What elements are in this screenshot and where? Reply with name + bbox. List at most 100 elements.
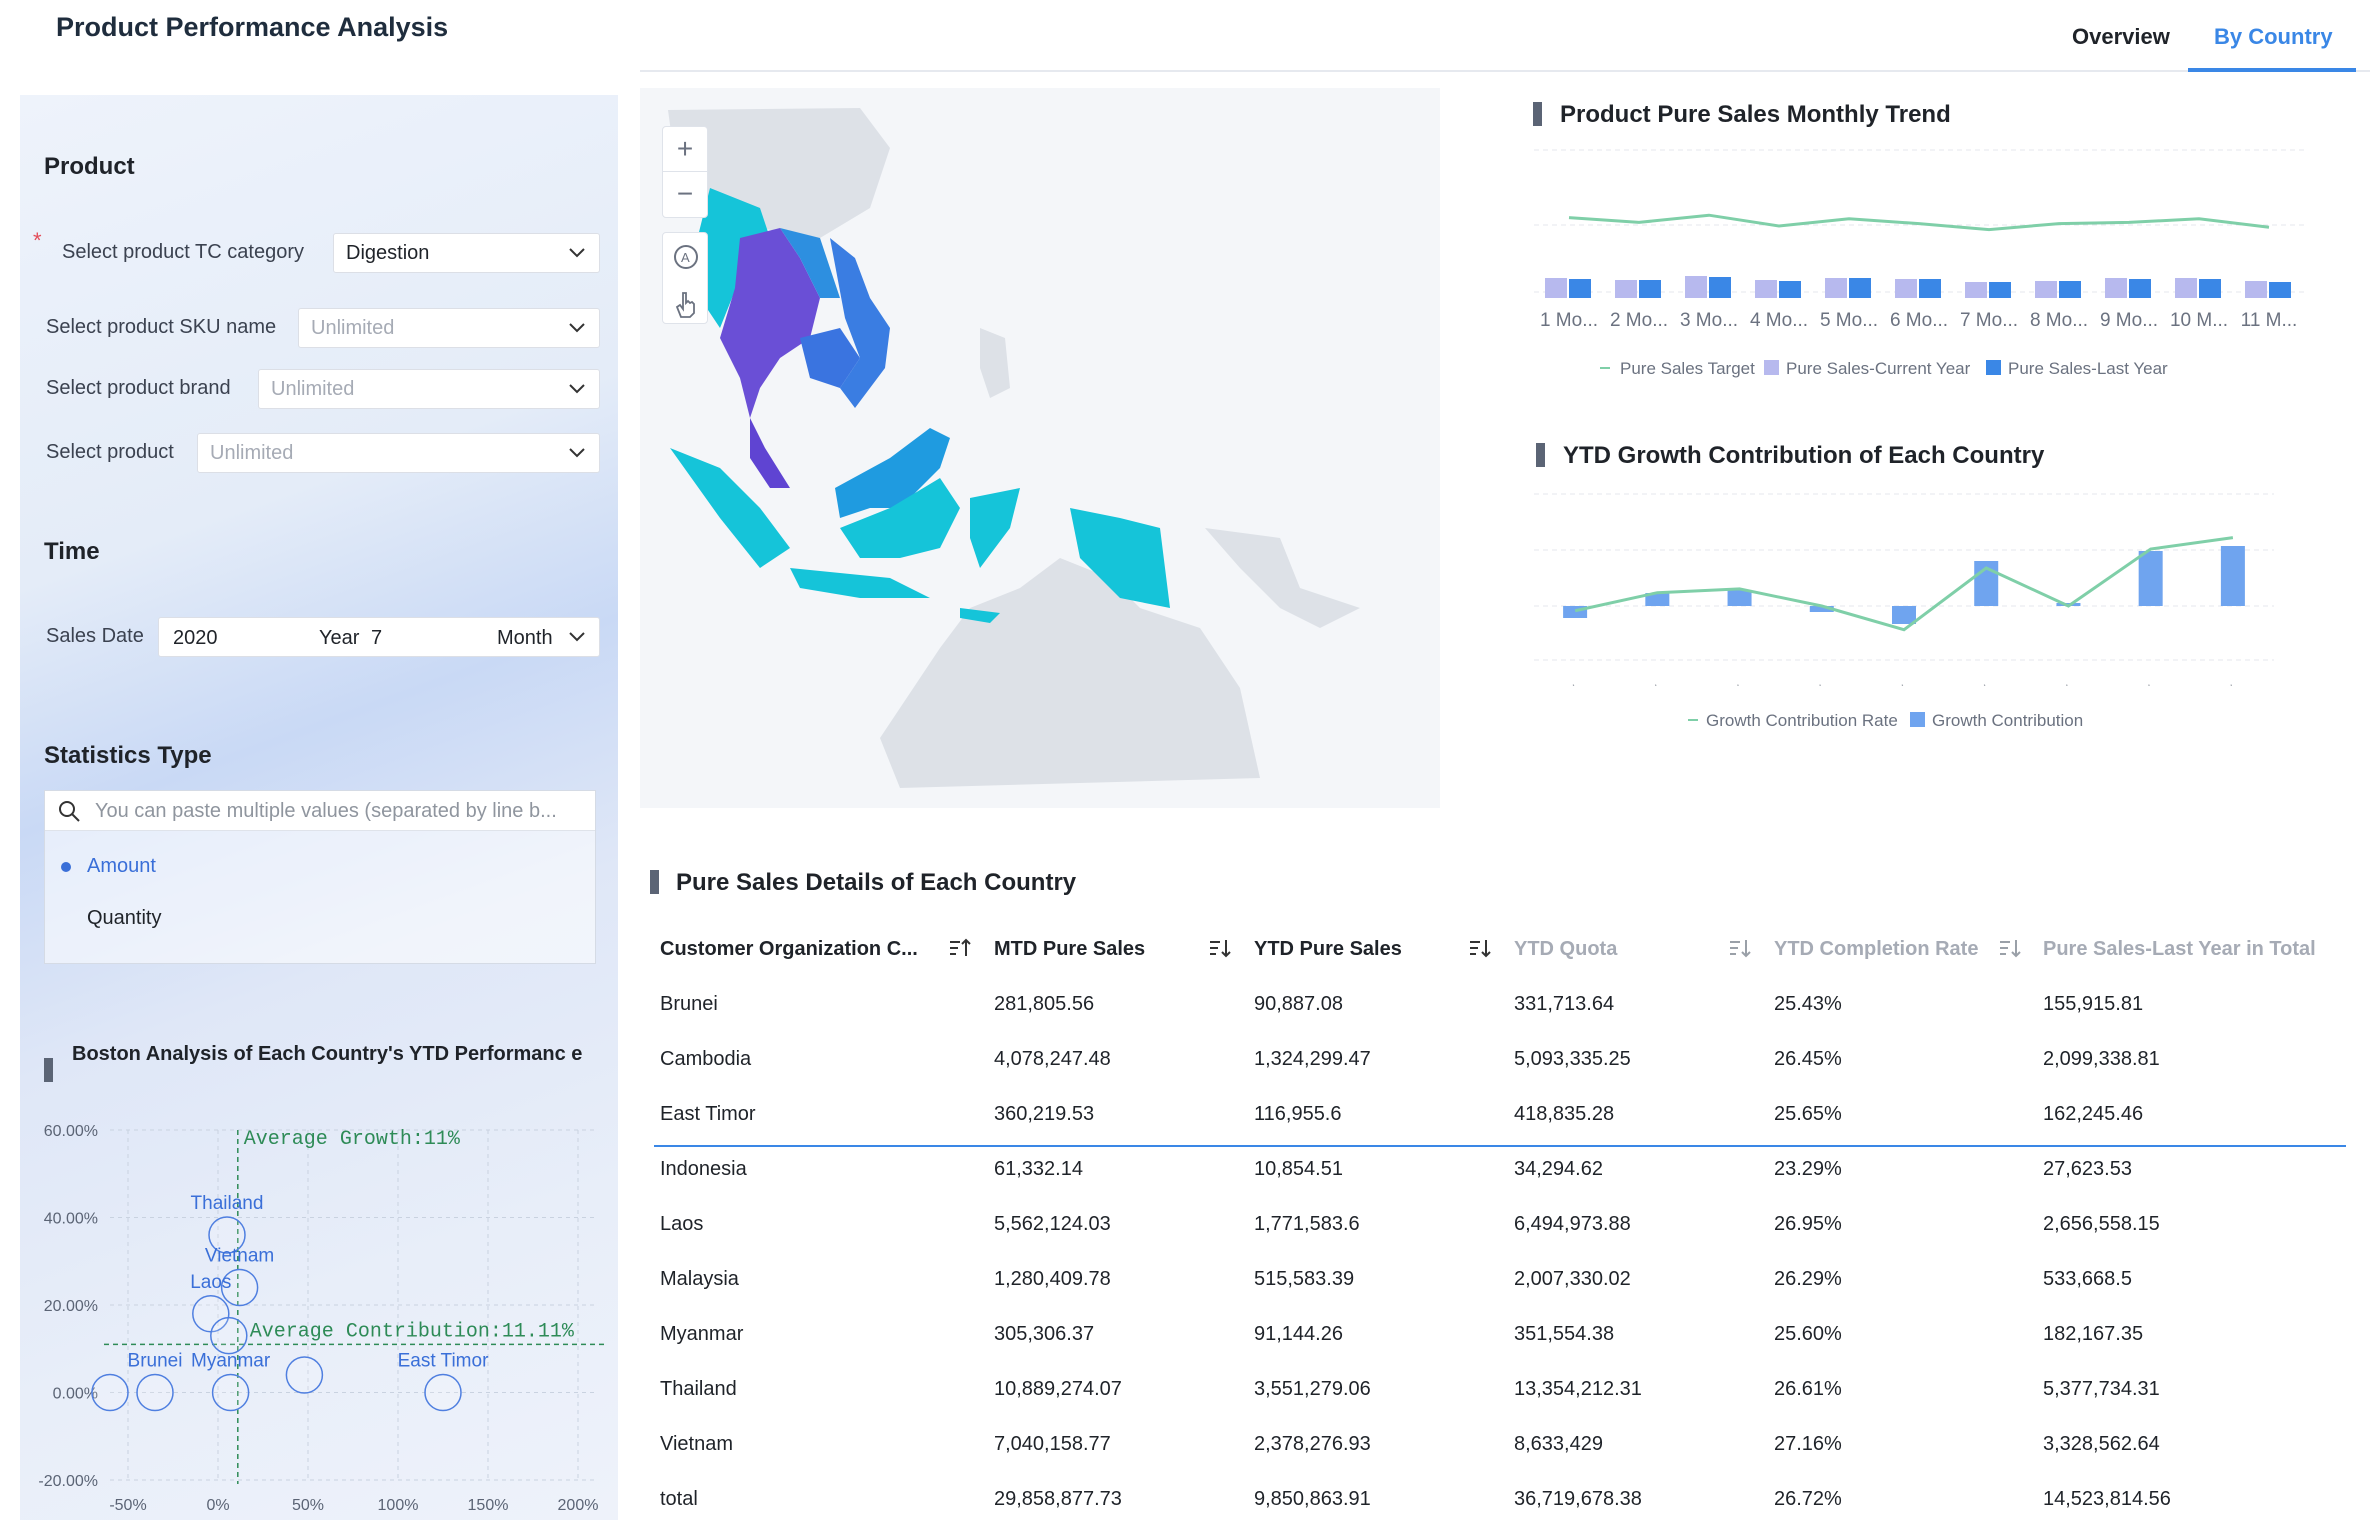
product-select[interactable]: Unlimited [197,433,600,473]
bar-current-year[interactable] [2245,281,2267,298]
col-header-ytd-sales[interactable]: YTD Pure Sales [1254,938,1402,961]
ytd-growth-title: YTD Growth Contribution of Each Country [1563,442,2045,469]
legend-label[interactable]: Growth Contribution [1932,711,2083,730]
bar-current-year[interactable] [1895,279,1917,298]
papua-new-guinea-region [1205,528,1360,628]
bar-last-year[interactable] [1709,277,1731,298]
x-tick-label: 11 M... [2241,310,2298,331]
point-label: East Timor [398,1351,489,1372]
scatter-point[interactable] [91,1373,129,1412]
svg-text:A: A [681,250,690,265]
tab-overview[interactable]: Overview [2072,24,2170,50]
scatter-point[interactable] [424,1373,462,1412]
bar-last-year[interactable] [2059,281,2081,298]
table-cell: 8,633,429 [1514,1433,1603,1455]
growth-contribution-bar[interactable] [2220,546,2245,606]
chevron-down-icon[interactable] [567,618,587,656]
legend-label[interactable]: Growth Contribution Rate [1706,711,1898,730]
statistics-search-input[interactable]: You can paste multiple values (separated… [45,791,595,831]
scatter-point[interactable] [210,1316,248,1355]
table-cell: 5,562,124.03 [994,1213,1111,1235]
tc-category-select[interactable]: Digestion [333,233,600,273]
boston-scatter-chart: 60.00% 40.00% 20.00% 0.00% -20.00% -50% 0% 50% 1… [38,1123,604,1514]
col-header-organization[interactable]: Customer Organization C... [660,938,918,961]
table-row-country: Malaysia [660,1268,739,1290]
bar-last-year[interactable] [1569,279,1591,298]
bar-last-year[interactable] [1989,282,2011,298]
x-tick-label: 1 Mo... [1540,310,1598,331]
table-cell: 360,219.53 [994,1103,1095,1125]
active-tab-indicator [2188,68,2356,72]
bar-current-year[interactable] [2035,281,2057,298]
sort-icon[interactable] [1208,936,1232,960]
month-value[interactable]: 7 [371,627,382,650]
sort-icon[interactable] [948,936,972,960]
country-map[interactable] [640,88,1440,808]
bar-last-year[interactable] [2269,282,2291,298]
bar-current-year[interactable] [1615,280,1637,298]
point-label: Laos [190,1272,231,1293]
x-tick-label: 6 Mo... [1890,310,1948,331]
col-header-completion-rate[interactable]: YTD Completion Rate [1774,938,1978,961]
table-cell: 155,915.81 [2043,993,2144,1015]
growth-contribution-bar[interactable] [1727,590,1752,606]
legend-label[interactable]: Pure Sales-Current Year [1786,359,1971,378]
table-cell: 27,623.53 [2043,1158,2132,1180]
product-section-title: Product [44,153,135,180]
x-tick-label: 3 Mo... [1680,310,1738,331]
table-title: Pure Sales Details of Each Country [676,869,1077,896]
zoom-out-button[interactable]: − [663,172,707,217]
zoom-in-button[interactable]: + [663,127,707,172]
bar-current-year[interactable] [1825,278,1847,298]
option-quantity[interactable]: Quantity [87,907,161,930]
bar-current-year[interactable] [1685,276,1707,298]
tab-by-country[interactable]: By Country [2214,24,2333,50]
table-cell: 281,805.56 [994,993,1095,1015]
sales-date-picker[interactable]: 2020 Year 7 Month [158,617,600,657]
table-cell: 36,719,678.38 [1514,1488,1642,1510]
legend-label[interactable]: Pure Sales Target [1620,359,1755,378]
x-tick-label: · [1650,677,1660,691]
average-growth-label: Average Growth:11% [244,1128,461,1151]
table-cell: 91,144.26 [1254,1323,1343,1345]
sort-icon[interactable] [1728,936,1752,960]
sku-name-select[interactable]: Unlimited [298,308,600,348]
bar-current-year[interactable] [2105,278,2127,298]
brand-select[interactable]: Unlimited [258,369,600,409]
x-tick-label: 200% [558,1497,599,1514]
average-contribution-label: Average Contribution:11.11% [250,1320,575,1343]
scatter-point[interactable] [136,1373,174,1412]
table-cell: 351,554.38 [1514,1323,1615,1345]
bar-last-year[interactable] [1919,279,1941,298]
bar-current-year[interactable] [1965,282,1987,298]
x-tick-label: 4 Mo... [1750,310,1808,331]
title-marker [650,870,659,894]
table-cell: 6,494,973.88 [1514,1213,1631,1235]
col-header-last-year-total[interactable]: Pure Sales-Last Year in Total [2043,938,2316,961]
option-amount[interactable]: Amount [87,855,156,878]
sort-icon[interactable] [1998,936,2022,960]
scatter-point[interactable] [285,1356,324,1394]
bar-last-year[interactable] [1779,281,1801,298]
legend-label[interactable]: Pure Sales-Last Year [2008,359,2168,378]
growth-contribution-bar[interactable] [1892,606,1916,624]
table-cell: 26.61% [1774,1378,1842,1400]
pan-hand-icon[interactable] [672,289,700,319]
table-row-country: Brunei [660,993,718,1015]
col-header-mtd-sales[interactable]: MTD Pure Sales [994,938,1145,961]
sort-icon[interactable] [1468,936,1492,960]
bar-last-year[interactable] [2129,279,2151,298]
bar-current-year[interactable] [1755,280,1777,298]
table-cell: 2,378,276.93 [1254,1433,1371,1455]
bar-last-year[interactable] [1849,278,1871,298]
reset-view-icon[interactable]: A [672,243,700,271]
col-header-ytd-quota[interactable]: YTD Quota [1514,938,1617,961]
bar-last-year[interactable] [2199,279,2221,298]
scatter-point[interactable] [211,1373,250,1412]
bar-current-year[interactable] [2175,278,2197,298]
x-tick-label: · [1979,677,1989,691]
bar-current-year[interactable] [1545,278,1567,298]
year-value[interactable]: 2020 [173,627,218,650]
bar-last-year[interactable] [1639,280,1661,298]
growth-contribution-bar[interactable] [2138,551,2163,606]
